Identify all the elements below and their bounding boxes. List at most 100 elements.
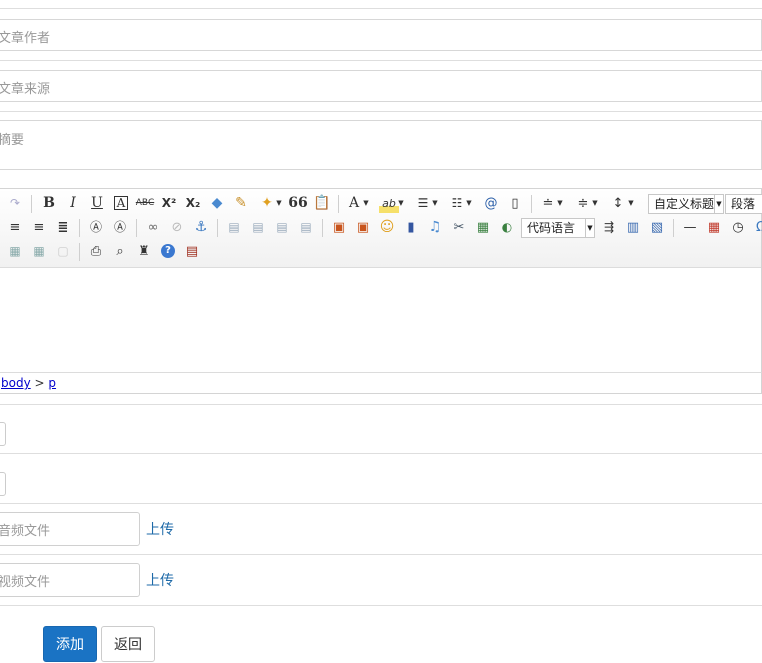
date-icon[interactable]: ▦: [704, 217, 724, 237]
divider: [0, 111, 762, 112]
simple-upload-icon[interactable]: ▣: [329, 217, 349, 237]
toolbar-row-2: ≡ ≡ ≣ Ⓐ Ⓐ ∞ ⊘ ⚓ ▤ ▤ ▤ ▤ ▣ ▣ ☺ ▮ ♫ ✂ ▦ ◐ …: [0, 217, 762, 239]
new-document-icon[interactable]: ▯: [505, 193, 525, 213]
cut-off-input[interactable]: [0, 472, 6, 496]
unlink-icon[interactable]: ⊘: [167, 217, 187, 237]
editor-toolbar: ↷ B I U A ABC X² X₂ ◆ ✎ ✦ ▼ 66 📋 A ▼ ab …: [0, 189, 762, 268]
upload-video-link[interactable]: 上传: [146, 570, 174, 590]
toolbar-separator: [31, 195, 32, 213]
table-merge-icon[interactable]: ▢: [53, 241, 73, 261]
image-left-icon[interactable]: ▤: [248, 217, 268, 237]
toolbar-separator: [217, 219, 218, 237]
chevron-down-icon: ▼: [585, 219, 594, 237]
divider: [0, 60, 762, 61]
path-body-link[interactable]: body: [1, 376, 31, 390]
summary-placeholder: 摘要: [0, 133, 25, 148]
author-input[interactable]: [0, 19, 762, 51]
image-none-icon[interactable]: ▤: [224, 217, 244, 237]
redo-icon[interactable]: ↷: [5, 193, 25, 213]
upload-audio-link[interactable]: 上传: [146, 519, 174, 539]
table-props-icon[interactable]: ▦: [29, 241, 49, 261]
special-chars-icon[interactable]: Ω: [751, 217, 762, 237]
code-language-select[interactable]: 代码语言 ▼: [521, 218, 595, 238]
source-input[interactable]: [0, 70, 762, 102]
insert-image-icon[interactable]: ▣: [353, 217, 373, 237]
custom-heading-select[interactable]: 自定义标题 ▼: [648, 194, 724, 214]
italic-icon[interactable]: I: [63, 193, 83, 213]
strikethrough-icon[interactable]: ABC: [135, 193, 155, 213]
page-break-icon[interactable]: ⇶: [599, 217, 619, 237]
superscript-icon[interactable]: X²: [159, 193, 179, 213]
align-right-icon[interactable]: ≡: [29, 217, 49, 237]
toolbar-separator: [338, 195, 339, 213]
submit-button[interactable]: 添加: [43, 626, 97, 662]
align-center-icon[interactable]: ≡: [5, 217, 25, 237]
chevron-down-icon[interactable]: ▼: [550, 193, 570, 213]
attachment-icon[interactable]: ✂: [449, 217, 469, 237]
divider: [0, 453, 762, 454]
chevron-down-icon[interactable]: ▼: [269, 193, 289, 213]
path-separator: >: [34, 376, 45, 390]
rich-text-editor: ↷ B I U A ABC X² X₂ ◆ ✎ ✦ ▼ 66 📋 A ▼ ab …: [0, 188, 762, 394]
align-justify-icon[interactable]: ≣: [53, 217, 73, 237]
divider: [0, 554, 762, 555]
emoticon-icon[interactable]: ☺: [377, 217, 397, 237]
search-replace-icon[interactable]: ♜: [134, 241, 154, 261]
bold-icon[interactable]: B: [39, 193, 59, 213]
chevron-down-icon[interactable]: ▼: [425, 193, 445, 213]
table-icon[interactable]: ▦: [5, 241, 25, 261]
cut-off-input[interactable]: [0, 422, 6, 446]
divider: [0, 404, 762, 405]
toolbar-separator: [79, 243, 80, 261]
format-painter-icon[interactable]: ✎: [231, 193, 251, 213]
preview-icon[interactable]: ⌕: [110, 241, 130, 261]
font-border-icon[interactable]: A: [111, 193, 131, 213]
direction-ltr-icon[interactable]: Ⓐ: [86, 217, 106, 237]
divider: [0, 503, 762, 504]
image-center-icon[interactable]: ▤: [296, 217, 316, 237]
time-icon[interactable]: ◷: [728, 217, 748, 237]
path-p-link[interactable]: p: [48, 376, 56, 390]
direction-rtl-icon[interactable]: Ⓐ: [110, 217, 130, 237]
custom-heading-label: 自定义标题: [654, 197, 714, 211]
toolbar-row-3: ▦ ▦ ▢ ⎙ ⌕ ♜ ? ▤: [0, 241, 761, 263]
image-right-icon[interactable]: ▤: [272, 217, 292, 237]
map-icon[interactable]: ▦: [473, 217, 493, 237]
drafts-icon[interactable]: ▤: [182, 241, 202, 261]
toolbar-separator: [673, 219, 674, 237]
paste-plain-icon[interactable]: 📋: [312, 193, 332, 213]
template-icon[interactable]: ▥: [623, 217, 643, 237]
chevron-down-icon[interactable]: ▼: [621, 193, 641, 213]
code-language-label: 代码语言: [527, 221, 576, 235]
blockquote-icon[interactable]: 66: [288, 193, 308, 213]
print-icon[interactable]: ⎙: [86, 241, 106, 261]
back-button[interactable]: 返回: [101, 626, 155, 662]
chevron-down-icon[interactable]: ▼: [585, 193, 605, 213]
editor-content-area[interactable]: [0, 268, 761, 372]
anchor-text-icon[interactable]: @: [481, 193, 501, 213]
editor-statusbar: body > p: [0, 372, 762, 394]
chevron-down-icon[interactable]: ▼: [356, 193, 376, 213]
subscript-icon[interactable]: X₂: [183, 193, 203, 213]
insert-video-icon[interactable]: ▮: [401, 217, 421, 237]
chevron-down-icon[interactable]: ▼: [391, 193, 411, 213]
toolbar-separator: [79, 219, 80, 237]
horizontal-rule-icon[interactable]: —: [680, 217, 700, 237]
anchor-icon[interactable]: ⚓: [191, 217, 211, 237]
underline-icon[interactable]: U: [87, 193, 107, 213]
chevron-down-icon[interactable]: ▼: [459, 193, 479, 213]
insert-frame-icon[interactable]: ◐: [497, 217, 517, 237]
paragraph-format-select[interactable]: 段落: [725, 194, 762, 214]
background-icon[interactable]: ▧: [647, 217, 667, 237]
summary-textarea[interactable]: [0, 120, 762, 170]
link-icon[interactable]: ∞: [143, 217, 163, 237]
video-file-placeholder: 视频文件: [0, 575, 51, 590]
eraser-icon[interactable]: ◆: [207, 193, 227, 213]
author-placeholder: 文章作者: [0, 31, 51, 46]
help-icon[interactable]: ?: [158, 241, 178, 261]
chevron-down-icon: ▼: [714, 195, 723, 213]
paragraph-format-label: 段落: [731, 197, 756, 211]
music-icon[interactable]: ♫: [425, 217, 445, 237]
toolbar-row-1: ↷ B I U A ABC X² X₂ ◆ ✎ ✦ ▼ 66 📋 A ▼ ab …: [0, 193, 762, 215]
toolbar-separator: [136, 219, 137, 237]
